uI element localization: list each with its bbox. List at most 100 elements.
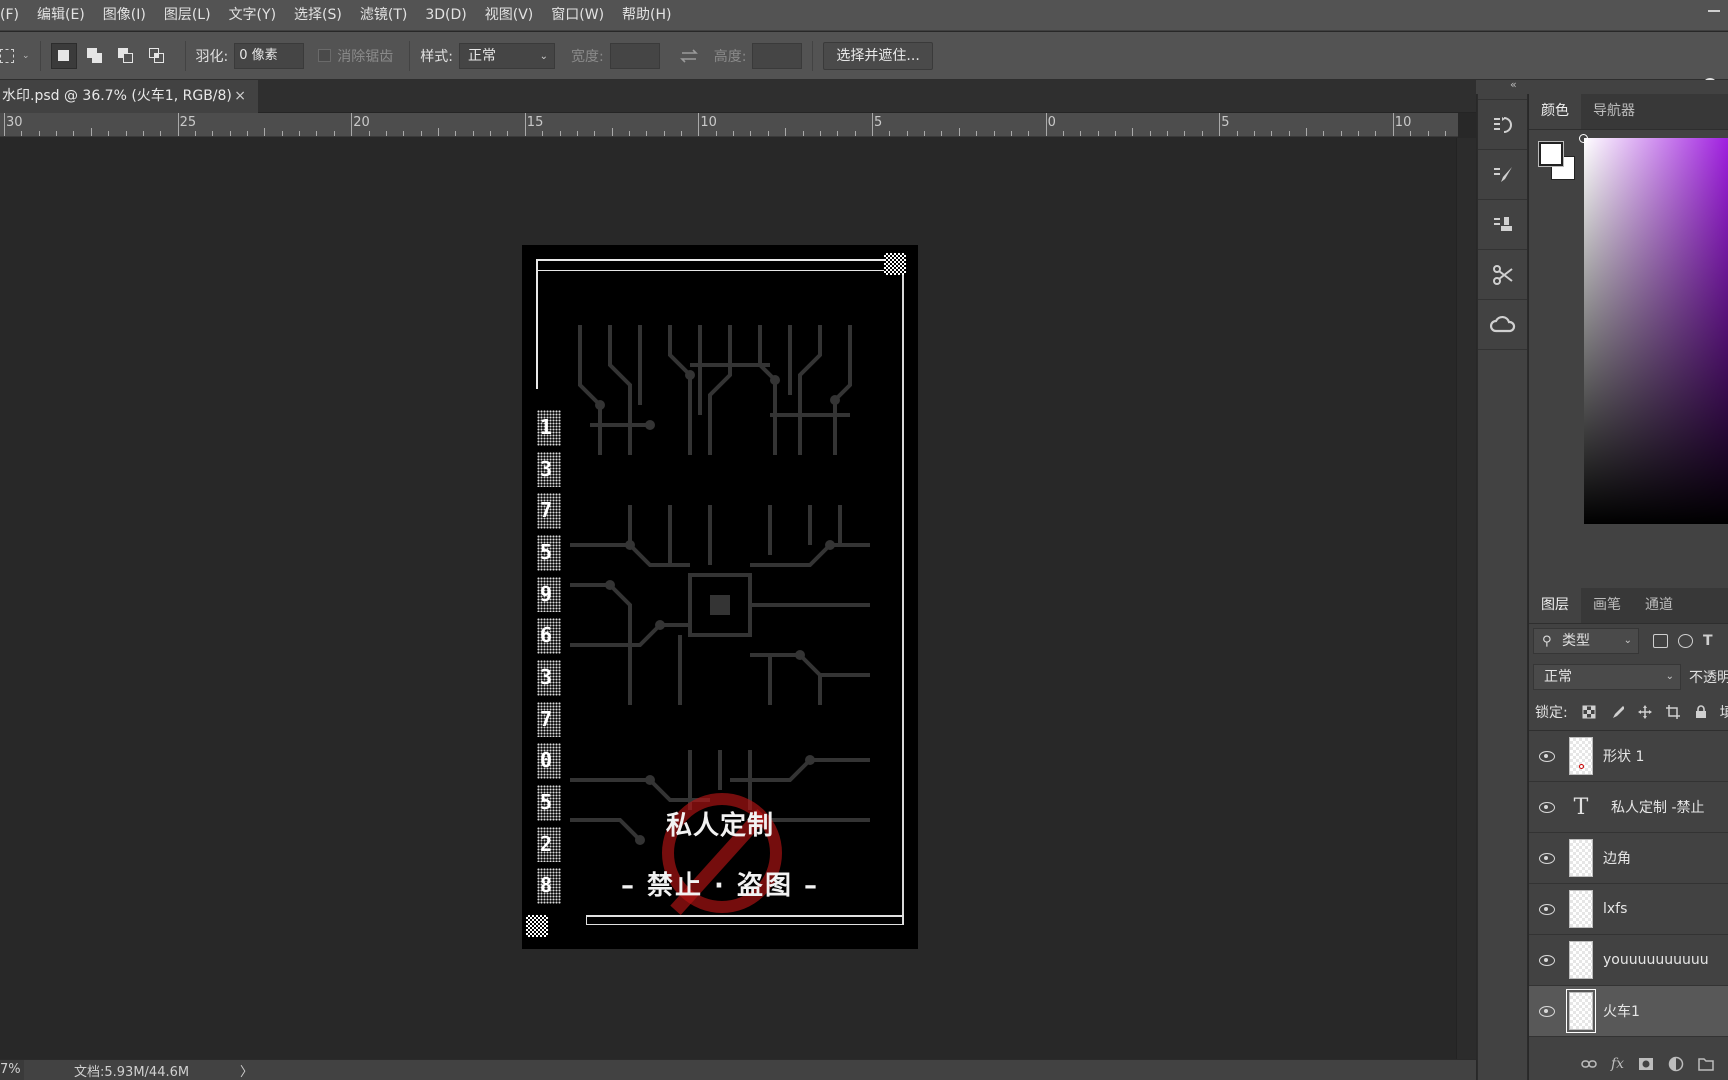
collapse-icon[interactable]: «	[1510, 78, 1517, 91]
lock-transparent-icon[interactable]	[1582, 705, 1596, 719]
menu-layer[interactable]: 图层(L)	[155, 0, 220, 31]
visibility-eye-icon[interactable]	[1538, 904, 1556, 915]
document-tab[interactable]: 水印.psd @ 36.7% (火车1, RGB/8) ×	[0, 80, 258, 113]
image-filter-icon[interactable]	[1653, 634, 1668, 648]
ruler-tick	[1097, 131, 1099, 136]
horizontal-ruler[interactable]: 3025201510505101520253035404550	[0, 113, 1458, 137]
visibility-eye-icon[interactable]	[1538, 853, 1556, 864]
chevron-down-icon[interactable]: ⌄	[22, 51, 30, 61]
folder-icon[interactable]	[1698, 1057, 1714, 1071]
visibility-eye-icon[interactable]	[1538, 1006, 1556, 1017]
layer-row[interactable]: youuuuuuuuuu	[1529, 935, 1728, 986]
panel-collapse-strip: «	[1476, 78, 1728, 94]
antialias-checkbox[interactable]	[318, 49, 332, 62]
layer-name[interactable]: 火车1	[1603, 1001, 1640, 1021]
clone-source-icon[interactable]	[1478, 200, 1527, 250]
layer-row[interactable]: T 私人定制 -禁止	[1529, 782, 1728, 833]
tab-layers[interactable]: 图层	[1529, 587, 1581, 623]
adjustment-filter-icon[interactable]	[1678, 634, 1693, 648]
visibility-eye-icon[interactable]	[1538, 955, 1556, 966]
ruler-tick	[1358, 131, 1360, 136]
foreground-color-swatch[interactable]	[1539, 142, 1563, 166]
color-picker-ring[interactable]	[1579, 134, 1588, 143]
chevron-right-icon[interactable]: 〉	[240, 1061, 253, 1080]
brush-settings-icon[interactable]	[1478, 150, 1527, 200]
tab-color[interactable]: 颜色	[1529, 93, 1581, 129]
canvas-area[interactable]: 1 3 7 5 9 6 3 7 0 5 2 8 私人定制 – 禁止 · 盗图 –	[0, 138, 1456, 1059]
layer-name[interactable]: 形状 1	[1603, 746, 1644, 766]
lock-brush-icon[interactable]	[1610, 705, 1624, 719]
link-icon[interactable]	[1581, 1059, 1597, 1069]
watermark-subtitle: – 禁止 · 盗图 –	[620, 871, 820, 901]
ruler-label: 15	[526, 115, 544, 130]
visibility-eye-icon[interactable]	[1538, 751, 1556, 762]
layer-name[interactable]: youuuuuuuuuu	[1603, 952, 1709, 968]
menu-3d[interactable]: 3D(D)	[416, 0, 475, 31]
minimize-icon[interactable]	[1708, 10, 1720, 12]
subtract-selection-icon[interactable]	[113, 43, 139, 69]
color-spectrum[interactable]	[1584, 138, 1728, 524]
ruler-tick	[142, 131, 144, 136]
layer-filter-select[interactable]: ⚲ 类型 ⌄	[1533, 628, 1639, 654]
creative-cloud-icon[interactable]	[1478, 300, 1527, 350]
type-filter-icon[interactable]: T	[1703, 634, 1718, 648]
menu-select[interactable]: 选择(S)	[285, 0, 351, 31]
lock-label: 锁定:	[1535, 705, 1568, 721]
menu-type[interactable]: 文字(Y)	[220, 0, 285, 31]
select-and-mask-button[interactable]: 选择并遮住...	[823, 41, 933, 70]
feather-input[interactable]: 0 像素	[234, 42, 305, 69]
layer-row[interactable]: 边角	[1529, 833, 1728, 884]
style-select[interactable]: 正常 ⌄	[458, 42, 555, 69]
menu-help[interactable]: 帮助(H)	[613, 0, 680, 31]
divider	[812, 40, 814, 71]
zoom-level[interactable]: 7%	[0, 1060, 24, 1080]
layer-row-selected[interactable]: 火车1	[1529, 986, 1728, 1037]
layer-name[interactable]: 边角	[1603, 848, 1631, 868]
lock-position-icon[interactable]	[1637, 705, 1652, 719]
tab-channels[interactable]: 通道	[1633, 587, 1685, 623]
ruler-tick	[194, 131, 196, 136]
marquee-icon[interactable]	[0, 48, 14, 63]
tool-presets-icon[interactable]	[1478, 250, 1527, 300]
layer-row[interactable]: 形状 1	[1529, 731, 1728, 782]
tab-brushes[interactable]: 画笔	[1581, 587, 1633, 623]
fx-icon[interactable]: fx	[1611, 1056, 1624, 1072]
layer-row[interactable]: lxfs	[1529, 884, 1728, 935]
tab-navigator[interactable]: 导航器	[1581, 93, 1647, 129]
divider	[39, 40, 41, 71]
frame-top	[536, 259, 904, 271]
blend-mode-select[interactable]: 正常 ⌄	[1533, 664, 1681, 690]
foreground-background-swatch[interactable]	[1539, 142, 1577, 182]
new-selection-icon[interactable]	[50, 42, 77, 69]
close-icon[interactable]: ×	[234, 80, 246, 113]
menu-image[interactable]: 图像(I)	[94, 0, 155, 31]
ruler-tick	[837, 131, 839, 136]
ruler-tick	[976, 131, 978, 136]
height-input[interactable]	[752, 42, 803, 69]
menu-edit[interactable]: 编辑(E)	[28, 0, 94, 31]
adjustment-icon[interactable]	[1668, 1056, 1684, 1072]
history-icon[interactable]	[1478, 100, 1527, 150]
layer-thumbnail	[1569, 941, 1593, 979]
lock-artboard-icon[interactable]	[1665, 705, 1680, 719]
ruler-tick	[1028, 131, 1030, 136]
add-selection-icon[interactable]	[82, 43, 108, 69]
document-canvas[interactable]: 1 3 7 5 9 6 3 7 0 5 2 8 私人定制 – 禁止 · 盗图 –	[522, 245, 918, 949]
width-input[interactable]	[609, 42, 660, 69]
ruler-tick	[490, 131, 492, 136]
menu-view[interactable]: 视图(V)	[476, 0, 543, 31]
menu-filter[interactable]: 滤镜(T)	[351, 0, 416, 31]
layer-name[interactable]: lxfs	[1603, 901, 1627, 917]
lock-all-icon[interactable]	[1694, 705, 1708, 719]
ruler-label: 5	[874, 115, 883, 130]
intersect-selection-icon[interactable]	[144, 43, 170, 69]
layer-name[interactable]: 私人定制 -禁止	[1611, 797, 1705, 817]
divider	[409, 40, 411, 71]
menu-file[interactable]: (F)	[0, 0, 28, 31]
visibility-eye-icon[interactable]	[1538, 802, 1556, 813]
ruler-label: 30	[6, 115, 23, 130]
vertical-scrollbar[interactable]	[1456, 138, 1476, 1059]
mask-icon[interactable]	[1638, 1057, 1654, 1071]
menu-window[interactable]: 窗口(W)	[542, 0, 613, 31]
swap-icon[interactable]	[678, 48, 700, 64]
